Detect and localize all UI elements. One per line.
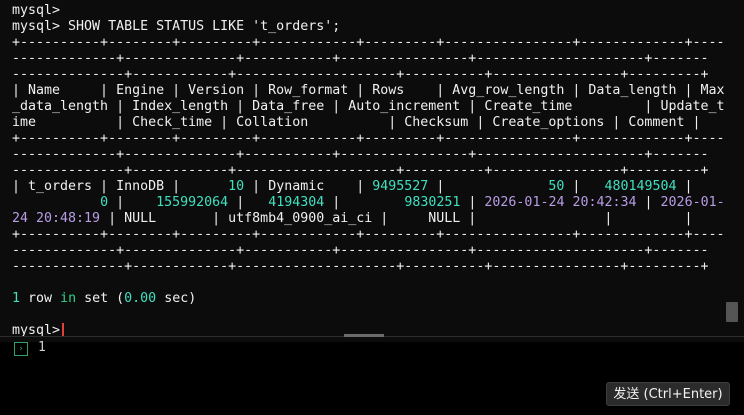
table-border: -------------+--------------+-----------…: [12, 147, 709, 162]
row-count: 1: [12, 291, 21, 306]
update-time-value: 24 20:48:19: [12, 211, 101, 226]
data-length-value: 480149504: [604, 179, 677, 194]
row-text: | t_orders | InnoDB |: [12, 179, 229, 194]
row-text: | NULL | utf8mb4_0900_ai_ci | NULL | | |: [100, 211, 693, 226]
set-word: set: [84, 291, 109, 306]
result-summary: 1 row in set (0.00 sec): [12, 291, 197, 306]
terminal-output[interactable]: mysql> mysql> SHOW TABLE STATUS LIKE 't_…: [0, 0, 744, 336]
command-line: mysql> SHOW TABLE STATUS LIKE 't_orders'…: [12, 19, 341, 34]
row-text: |: [228, 195, 269, 210]
expand-icon[interactable]: ›: [14, 342, 28, 356]
line-number: 1: [38, 340, 46, 355]
data-free-value: 4194304: [268, 195, 325, 210]
table-border: --------------+------------+------------…: [12, 259, 709, 274]
row-text: |: [324, 195, 405, 210]
auto-increment-value: 9830251: [404, 195, 461, 210]
splitter-handle[interactable]: [344, 334, 384, 337]
table-border: +----------+--------+---------+---------…: [12, 131, 725, 146]
row-text: |: [108, 195, 157, 210]
update-time-value: 2026-01-: [660, 195, 725, 210]
table-header: _data_length | Index_length | Data_free …: [12, 99, 725, 114]
table-border: -------------+--------------+-----------…: [12, 243, 709, 258]
table-border: +----------+--------+---------+---------…: [12, 35, 725, 50]
row-text: |: [636, 195, 661, 210]
rows-value: 9495527: [372, 179, 429, 194]
table-row: 24 20:48:19 | NULL | utf8mb4_0900_ai_ci …: [12, 211, 725, 227]
version-value: 10: [228, 179, 245, 194]
table-border: +----------+--------+---------+---------…: [12, 227, 725, 242]
table-header: | Name | Engine | Version | Row_format |…: [12, 83, 725, 98]
row-word: row: [28, 291, 53, 306]
table-row: | t_orders | InnoDB | 10 | Dynamic | 949…: [12, 179, 725, 195]
max-data-length-value: 0: [100, 195, 109, 210]
query-time: 0.00: [124, 291, 157, 306]
scrollbar-track[interactable]: [724, 0, 744, 336]
row-text: |: [564, 179, 605, 194]
in-keyword: in: [60, 291, 77, 306]
sec-word: sec: [164, 291, 189, 306]
row-text: [12, 195, 100, 210]
table-border: -------------+--------------+-----------…: [12, 51, 709, 66]
table-row: 0 | 155992064 | 4194304 | 9830251 | 2026…: [12, 195, 725, 211]
table-border: --------------+------------+------------…: [12, 67, 709, 82]
text-cursor: [62, 323, 65, 336]
create-time-value: 2026-01-24 20:42:34: [484, 195, 637, 210]
scrollbar-thumb[interactable]: [726, 302, 738, 322]
row-text: |: [428, 179, 549, 194]
prompt-line: mysql>: [12, 3, 61, 18]
row-text: |: [676, 179, 693, 194]
table-border: --------------+------------+------------…: [12, 163, 709, 178]
index-length-value: 155992064: [156, 195, 229, 210]
row-text: | Dynamic |: [244, 179, 373, 194]
prompt-text: mysql>: [12, 323, 61, 336]
command-input-pane[interactable]: › 1 发送 (Ctrl+Enter): [0, 340, 744, 415]
send-button[interactable]: 发送 (Ctrl+Enter): [606, 382, 730, 406]
row-text: |: [460, 195, 485, 210]
table-header: ime | Check_time | Collation | Checksum …: [12, 115, 701, 130]
avg-row-length-value: 50: [548, 179, 565, 194]
